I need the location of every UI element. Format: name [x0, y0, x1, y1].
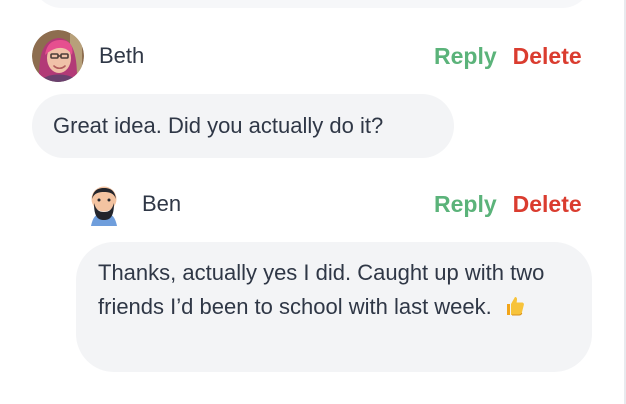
reply-button-ben[interactable]: Reply: [434, 191, 497, 218]
comment-actions-ben: Reply Delete: [434, 178, 582, 230]
comment-author-beth: Beth: [99, 43, 145, 68]
delete-button-beth[interactable]: Delete: [513, 43, 582, 70]
thumbs-up-icon: [502, 294, 526, 318]
delete-button-ben[interactable]: Delete: [513, 191, 582, 218]
comment-text-beth: Great idea. Did you actually do it?: [53, 113, 384, 138]
comment-bubble-beth: Great idea. Did you actually do it?: [32, 94, 454, 158]
ben-avatar: [84, 181, 124, 227]
comments-page: Beth Reply Delete Great idea. Did you ac…: [0, 0, 626, 404]
reply-button-beth[interactable]: Reply: [434, 43, 497, 70]
comment-bubble-ben: Thanks, actually yes I did. Caught up wi…: [76, 242, 592, 372]
comment-author-ben: Ben: [142, 191, 182, 216]
comment-actions-beth: Reply Delete: [434, 30, 582, 82]
beth-avatar: [32, 30, 84, 82]
comment-header-ben: Ben: [84, 178, 181, 230]
previous-comment-bubble: [32, 0, 592, 8]
comment-beth: Beth Reply Delete Great idea. Did you ac…: [32, 30, 592, 160]
comment-header-beth: Beth: [32, 30, 144, 82]
comment-text-ben: Thanks, actually yes I did. Caught up wi…: [98, 260, 545, 319]
comment-ben: Ben Reply Delete Thanks, actually yes I …: [76, 178, 592, 374]
